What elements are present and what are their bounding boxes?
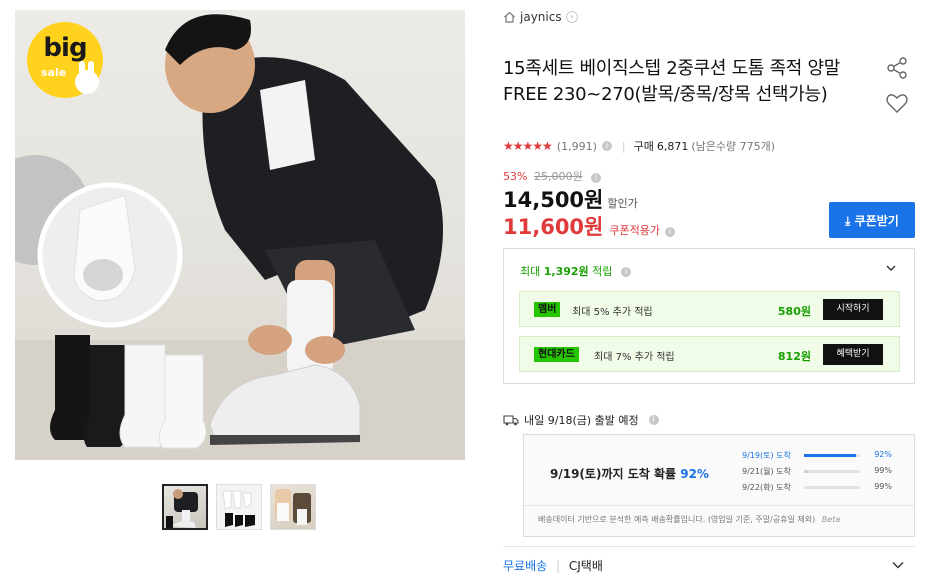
distribution-pct: 92% <box>874 450 892 459</box>
member-tag: 멤버 <box>534 302 561 317</box>
distribution-label: 9/22(화) 도착 <box>742 483 791 492</box>
purchase-label: 구매 <box>633 140 654 153</box>
thumbnail-3[interactable] <box>270 484 316 530</box>
coupon-price-label: 쿠폰적용가 <box>609 224 660 237</box>
carrier-name: CJ택배 <box>568 559 603 573</box>
promo-desc: 최대 5% 추가 적립 <box>572 307 653 318</box>
info-icon[interactable]: i <box>664 227 675 237</box>
badge-line1: big <box>43 33 87 63</box>
original-price: 25,000원 <box>533 170 583 183</box>
delivery-method-row: 무료배송 | CJ택배 <box>503 557 603 574</box>
home-icon <box>504 11 515 23</box>
arrival-probability: 9/19(토)까지 도착 확률 92% <box>550 465 709 482</box>
free-shipping-label: 무료배송 <box>503 559 548 573</box>
sale-price: 14,500원 <box>503 188 604 212</box>
promo-desc: 최대 7% 추가 적립 <box>594 352 675 363</box>
sale-price-label: 할인가 <box>607 197 638 210</box>
chevron-right-icon: › <box>565 11 578 23</box>
big-sale-badge: big sale <box>27 22 103 98</box>
promo-amount: 812원 <box>777 350 811 363</box>
probability-text: 9/19(토)까지 도착 확률 <box>550 467 677 481</box>
divider <box>503 546 915 547</box>
card-tag: 현대카드 <box>534 347 579 362</box>
points-header: 최대 1,392원 적립 i <box>520 263 631 279</box>
product-main-image[interactable]: big sale <box>15 10 465 460</box>
distribution-label: 9/19(토) 도착 <box>742 451 791 460</box>
info-icon[interactable]: i <box>648 415 659 425</box>
seller-link[interactable]: jaynics › <box>503 10 578 24</box>
coupon-download-button[interactable]: ⤓ 쿠폰받기 <box>829 202 915 238</box>
shipping-date: 내일 9/18(금) 출발 예정 <box>524 414 639 427</box>
info-icon[interactable]: i <box>620 267 631 277</box>
coupon-button-label: 쿠폰받기 <box>854 213 899 228</box>
download-icon: ⤓ <box>845 213 851 228</box>
probability-value: 92% <box>680 467 709 481</box>
points-prefix: 최대 <box>520 265 541 278</box>
shipping-probability-box: 9/19(토)까지 도착 확률 92% 9/19(토) 도착 92% 9/21(… <box>523 434 915 537</box>
badge-line2: sale <box>41 66 67 79</box>
bunny-icon <box>75 61 99 94</box>
review-count[interactable]: (1,991) <box>557 140 597 153</box>
divider <box>524 505 914 506</box>
rating-row: ★★★★★ (1,991) i | 구매 6,871 (남은수량 775개) <box>503 138 775 154</box>
distribution-row: 9/21(월) 도착 99% <box>742 466 892 478</box>
distribution-row: 9/22(화) 도착 99% <box>742 482 892 494</box>
product-title: 15족세트 베이직스텝 2중쿠션 도톰 족적 양말 FREE 230~270(발… <box>503 58 840 105</box>
thumbnail-1[interactable] <box>162 484 208 530</box>
shipping-note-text: 배송데이터 기반으로 분석한 예측 배송확률입니다. (영업일 기준, 주말/공… <box>538 515 816 524</box>
points-value: 1,392원 <box>543 265 589 278</box>
thumbnail-list <box>162 484 316 530</box>
discount-rate: 53% <box>503 170 528 183</box>
promo-row-card: 현대카드 최대 7% 추가 적립 812원 혜택받기 <box>519 336 900 372</box>
distribution-bar <box>804 486 860 489</box>
distribution-bar-fill <box>804 454 856 457</box>
distribution-pct: 99% <box>874 466 892 475</box>
divider: | <box>556 559 561 573</box>
star-rating: ★★★★★ <box>503 139 553 153</box>
points-panel: 최대 1,392원 적립 i 멤버 최대 5% 추가 적립 580원 시작하기 … <box>503 248 915 384</box>
original-price-row: 53% 25,000원 i <box>503 168 602 184</box>
thumbnail-2[interactable] <box>216 484 262 530</box>
truck-icon <box>503 415 519 426</box>
stock-count: (남은수량 775개) <box>691 140 776 153</box>
heart-icon[interactable] <box>885 91 909 115</box>
info-icon[interactable]: i <box>601 141 612 151</box>
points-suffix: 적립 <box>592 265 613 278</box>
info-icon[interactable]: i <box>591 173 602 183</box>
chevron-down-icon[interactable] <box>886 263 896 273</box>
promo-amount: 580원 <box>777 305 811 318</box>
start-button[interactable]: 시작하기 <box>823 299 883 320</box>
seller-name: jaynics <box>520 10 562 24</box>
distribution-bar-fill <box>804 470 808 473</box>
thumbnail-3-image <box>275 489 311 525</box>
coupon-price: 11,600원 <box>503 215 604 239</box>
benefit-button[interactable]: 혜택받기 <box>823 344 883 365</box>
distribution-row: 9/19(토) 도착 92% <box>742 450 892 462</box>
distribution-label: 9/21(월) 도착 <box>742 467 791 476</box>
distribution-bar <box>804 454 860 457</box>
chevron-down-icon[interactable] <box>892 560 904 570</box>
promo-row-member: 멤버 최대 5% 추가 적립 580원 시작하기 <box>519 291 900 327</box>
shipping-note: 배송데이터 기반으로 분석한 예측 배송확률입니다. (영업일 기준, 주말/공… <box>538 514 840 525</box>
purchase-count: 6,871 <box>656 139 689 153</box>
sale-price-row: 14,500원 할인가 <box>503 184 638 214</box>
divider: | <box>621 139 626 153</box>
beta-label: Beta <box>821 515 841 524</box>
thumbnail-2-image <box>222 490 255 527</box>
thumbnail-1-image <box>166 489 198 528</box>
coupon-price-row: 11,600원 쿠폰적용가 i <box>503 211 675 241</box>
distribution-pct: 99% <box>874 482 892 491</box>
distribution-bar <box>804 470 860 473</box>
shipping-header: 내일 9/18(금) 출발 예정 i <box>503 412 659 428</box>
share-icon[interactable] <box>885 56 909 80</box>
